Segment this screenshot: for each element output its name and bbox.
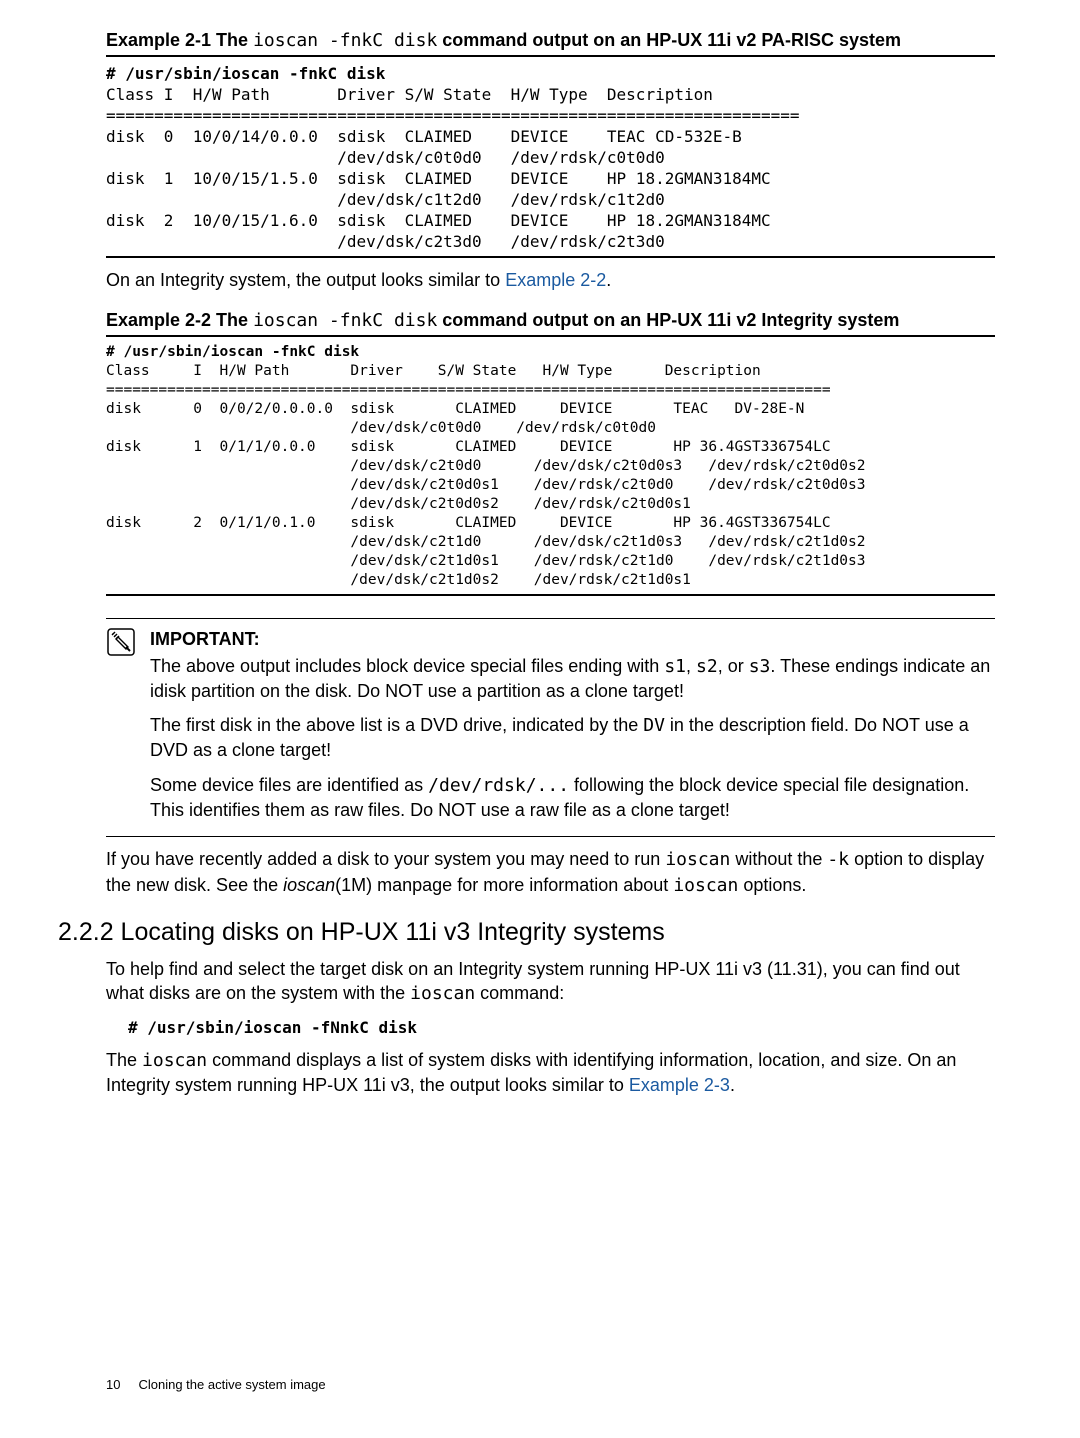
sec-p1-c: ioscan: [410, 983, 475, 1004]
inter1-post: .: [606, 270, 611, 290]
imp-p1: The above output includes block device s…: [150, 654, 995, 704]
sec-p2-c: ioscan: [142, 1050, 207, 1071]
ai-e: options.: [738, 875, 806, 895]
imp-rule-top: [106, 618, 995, 619]
imp-p3-c: /dev/rdsk/...: [428, 775, 569, 796]
important-block: IMPORTANT: The above output includes blo…: [106, 627, 995, 832]
ex1-output: Class I H/W Path Driver S/W State H/W Ty…: [106, 85, 800, 251]
ai-c2: -k: [827, 849, 849, 870]
sec-p2-d: .: [730, 1075, 735, 1095]
inter1-link[interactable]: Example 2-2: [505, 270, 606, 290]
sec-cmd: # /usr/sbin/ioscan -fNnkC disk: [128, 1017, 995, 1039]
imp-p3: Some device files are identified as /dev…: [150, 773, 995, 823]
ex2-title-code: ioscan -fnkC disk: [253, 310, 437, 331]
ex1-title-code: ioscan -fnkC disk: [253, 30, 437, 51]
footer-page-number: 10: [106, 1377, 120, 1392]
ex1-title-suffix: command output on an HP-UX 11i v2 PA-RIS…: [437, 30, 901, 50]
after-imp-para: If you have recently added a disk to you…: [106, 847, 995, 898]
page-footer: 10 Cloning the active system image: [106, 1377, 326, 1392]
important-label: IMPORTANT:: [150, 627, 995, 651]
sec-p2-b: command displays a list of system disks …: [106, 1050, 956, 1095]
ai-d: (1M) manpage for more information about: [335, 875, 673, 895]
sec-p2-link[interactable]: Example 2-3: [629, 1075, 730, 1095]
ex1-rule-bottom: [106, 256, 995, 258]
inter1-pre: On an Integrity system, the output looks…: [106, 270, 505, 290]
ai-c3: ioscan: [673, 875, 738, 896]
imp-p2: The first disk in the above list is a DV…: [150, 713, 995, 763]
section-title-2-2-2: 2.2.2 Locating disks on HP-UX 11i v3 Int…: [58, 918, 995, 947]
ex2-title-suffix: command output on an HP-UX 11i v2 Integr…: [437, 310, 899, 330]
ex2-rule-bottom: [106, 594, 995, 596]
imp-p1-b: ,: [686, 656, 696, 676]
example-2-2-title: Example 2-2 The ioscan -fnkC disk comman…: [106, 310, 995, 331]
ex1-cmd: # /usr/sbin/ioscan -fnkC disk: [106, 64, 385, 83]
inter-para-1: On an Integrity system, the output looks…: [106, 268, 995, 292]
ai-a: If you have recently added a disk to you…: [106, 849, 665, 869]
ex1-output-block: # /usr/sbin/ioscan -fnkC disk Class I H/…: [106, 63, 995, 252]
imp-p1-a: The above output includes block device s…: [150, 656, 664, 676]
sec-p2: The ioscan command displays a list of sy…: [106, 1048, 995, 1098]
imp-p1-c3: s3: [749, 656, 771, 677]
imp-p1-c1: s1: [664, 656, 686, 677]
ex2-rule-top: [106, 335, 995, 337]
ai-c1: ioscan: [665, 849, 730, 870]
sec-p1: To help find and select the target disk …: [106, 957, 995, 1007]
ex1-title-prefix: Example 2-1 The: [106, 30, 253, 50]
important-icon: [106, 627, 136, 832]
imp-p2-a: The first disk in the above list is a DV…: [150, 715, 643, 735]
imp-p1-c: , or: [718, 656, 749, 676]
imp-rule-bottom: [106, 836, 995, 837]
imp-p3-a: Some device files are identified as: [150, 775, 428, 795]
ex2-title-prefix: Example 2-2 The: [106, 310, 253, 330]
imp-p1-c2: s2: [696, 656, 718, 677]
sec-p1-b: command:: [475, 983, 564, 1003]
sec-p2-a: The: [106, 1050, 142, 1070]
imp-p2-c: DV: [643, 715, 665, 736]
ex1-rule-top: [106, 55, 995, 57]
ai-b: without the: [730, 849, 827, 869]
ex2-output: Class I H/W Path Driver S/W State H/W Ty…: [106, 363, 866, 588]
example-2-1-title: Example 2-1 The ioscan -fnkC disk comman…: [106, 30, 995, 51]
ex2-output-block: # /usr/sbin/ioscan -fnkC disk Class I H/…: [106, 343, 995, 590]
footer-chapter-title: Cloning the active system image: [138, 1377, 325, 1392]
ex2-cmd: # /usr/sbin/ioscan -fnkC disk: [106, 344, 359, 360]
ai-it: ioscan: [283, 875, 335, 895]
